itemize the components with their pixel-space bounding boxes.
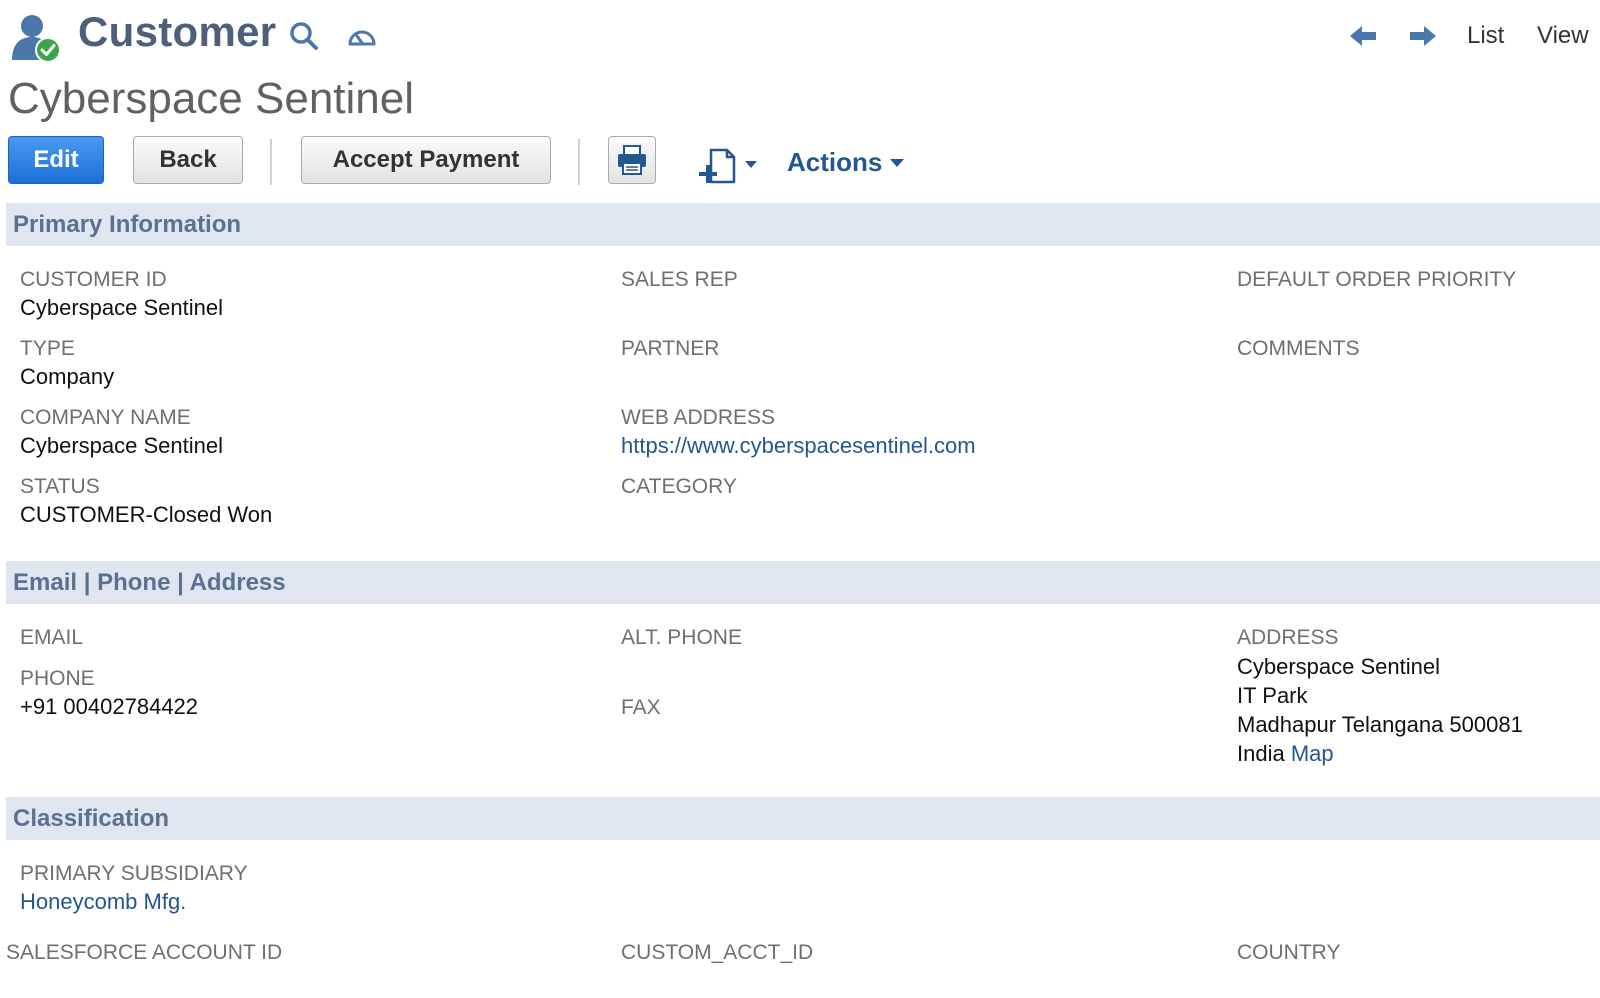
view-link[interactable]: View — [1537, 22, 1589, 50]
web-address-link[interactable]: https://www.cyberspacesentinel.com — [621, 433, 976, 459]
type-value: Company — [20, 364, 115, 389]
address-line: Cyberspace Sentinel — [1237, 654, 1441, 679]
back-button[interactable]: Back — [133, 136, 243, 184]
toolbar-divider — [578, 139, 580, 185]
email-label: EMAIL — [20, 626, 84, 649]
phone-value: +91 00402784422 — [20, 694, 199, 719]
primary-subsidiary-label: PRIMARY SUBSIDIARY — [20, 862, 248, 885]
company-name-label: COMPANY NAME — [20, 406, 191, 429]
back-arrow-icon[interactable] — [1346, 20, 1380, 52]
comments-label: COMMENTS — [1237, 337, 1360, 360]
print-button[interactable] — [608, 136, 656, 184]
country-label: COUNTRY — [1237, 941, 1341, 964]
new-document-icon — [699, 148, 757, 184]
salesforce-account-id-label: SALESFORCE ACCOUNT ID — [6, 941, 283, 964]
search-icon[interactable] — [288, 20, 320, 52]
accept-payment-button[interactable]: Accept Payment — [301, 136, 551, 184]
section-email-phone-address[interactable]: Email | Phone | Address — [6, 561, 1600, 604]
record-title: Cyberspace Sentinel — [8, 74, 415, 123]
new-record-menu-button[interactable] — [697, 146, 761, 186]
customer-id-label: CUSTOMER ID — [20, 268, 167, 291]
alt-phone-label: ALT. PHONE — [621, 626, 742, 649]
custom-acct-id-label: CUSTOM_ACCT_ID — [621, 941, 814, 964]
section-title: Email | Phone | Address — [13, 569, 286, 596]
partner-label: PARTNER — [621, 337, 720, 360]
web-address-label: WEB ADDRESS — [621, 406, 776, 429]
forward-arrow-icon[interactable] — [1406, 20, 1440, 52]
map-link[interactable]: Map — [1291, 741, 1334, 766]
record-type-title: Customer — [78, 8, 277, 55]
address-country: India — [1237, 741, 1285, 766]
phone-label: PHONE — [20, 667, 95, 690]
address-label: ADDRESS — [1237, 626, 1339, 649]
list-link[interactable]: List — [1467, 22, 1504, 50]
default-order-priority-label: DEFAULT ORDER PRIORITY — [1237, 268, 1517, 291]
address-line: Madhapur Telangana 500081 — [1237, 712, 1523, 737]
address-line: IT Park — [1237, 683, 1308, 708]
actions-label: Actions — [787, 147, 883, 177]
address-country-line: India Map — [1237, 739, 1523, 768]
fax-label: FAX — [621, 696, 661, 719]
type-label: TYPE — [20, 337, 75, 360]
primary-subsidiary-link[interactable]: Honeycomb Mfg. — [20, 889, 186, 915]
section-title: Classification — [13, 805, 170, 832]
customer-id-value: Cyberspace Sentinel — [20, 295, 224, 320]
status-value: CUSTOMER-Closed Won — [20, 502, 273, 527]
section-primary-information[interactable]: Primary Information — [6, 203, 1600, 246]
dashboard-gauge-icon[interactable] — [347, 22, 377, 52]
section-title: Primary Information — [13, 211, 242, 238]
actions-menu[interactable]: Actions — [787, 147, 905, 178]
category-label: CATEGORY — [621, 475, 737, 498]
section-classification[interactable]: Classification — [6, 797, 1600, 840]
chevron-down-icon — [890, 158, 905, 167]
toolbar-divider — [270, 139, 272, 185]
edit-button[interactable]: Edit — [8, 136, 104, 184]
status-label: STATUS — [20, 475, 100, 498]
printer-icon — [618, 145, 646, 175]
customer-verified-icon — [8, 10, 62, 64]
company-name-value: Cyberspace Sentinel — [20, 433, 224, 458]
address-block: Cyberspace Sentinel IT Park Madhapur Tel… — [1237, 652, 1523, 768]
sales-rep-label: SALES REP — [621, 268, 738, 291]
